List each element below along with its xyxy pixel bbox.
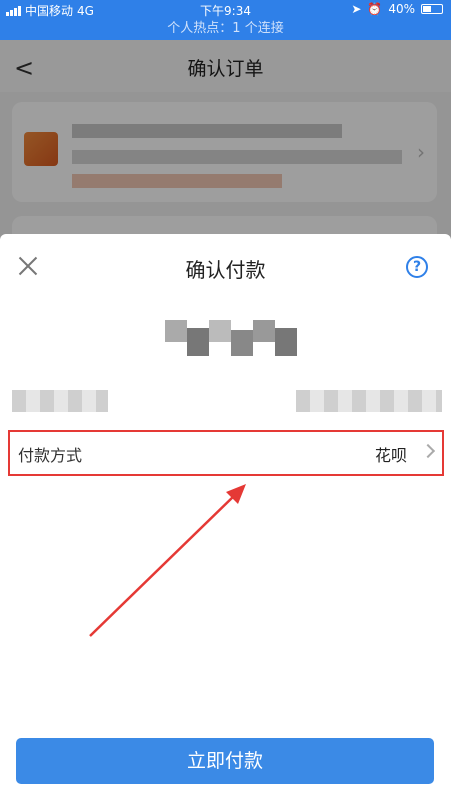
status-bar: 中国移动 4G 下午9:34 ➤ ⏰ 40% bbox=[0, 0, 451, 18]
sheet-header: 确认付款 ? bbox=[0, 234, 451, 298]
battery-icon bbox=[421, 4, 443, 14]
blurred-value bbox=[296, 390, 442, 412]
confirm-payment-sheet: 确认付款 ? 付款方式 花呗 立即付款 bbox=[0, 234, 451, 800]
amount-blurred bbox=[165, 320, 297, 356]
blurred-label bbox=[12, 390, 108, 412]
battery-label: 40% bbox=[388, 2, 415, 16]
annotation-highlight-box bbox=[8, 430, 444, 476]
help-icon[interactable]: ? bbox=[406, 256, 428, 278]
hotspot-banner[interactable]: 个人热点：1 个连接 bbox=[0, 18, 451, 40]
location-icon: ➤ bbox=[351, 2, 362, 16]
alarm-icon: ⏰ bbox=[367, 2, 383, 16]
sheet-title: 确认付款 bbox=[185, 258, 266, 282]
pay-now-button[interactable]: 立即付款 bbox=[16, 738, 434, 784]
status-right: ➤ ⏰ 40% bbox=[351, 2, 443, 16]
